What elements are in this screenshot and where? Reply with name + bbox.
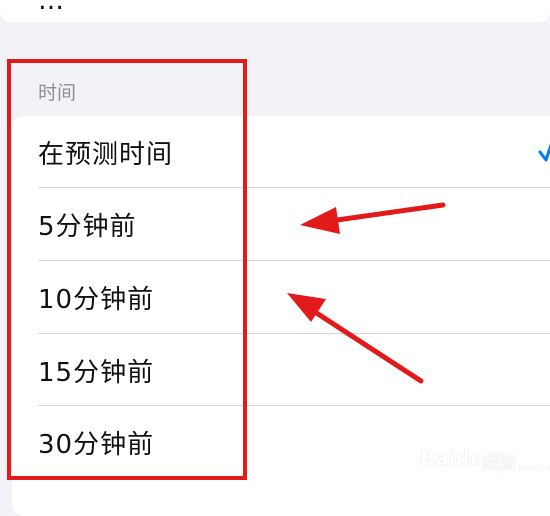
watermark-brand: Baidu bbox=[420, 446, 485, 470]
watermark-url: jingyan.baidu.com bbox=[482, 464, 550, 474]
annotation-arrows bbox=[287, 202, 446, 384]
watermark-logo: Baidu 经验 jingyan.baidu.com bbox=[420, 440, 550, 480]
arrow-icon bbox=[287, 293, 424, 384]
arrow-icon bbox=[300, 202, 446, 234]
